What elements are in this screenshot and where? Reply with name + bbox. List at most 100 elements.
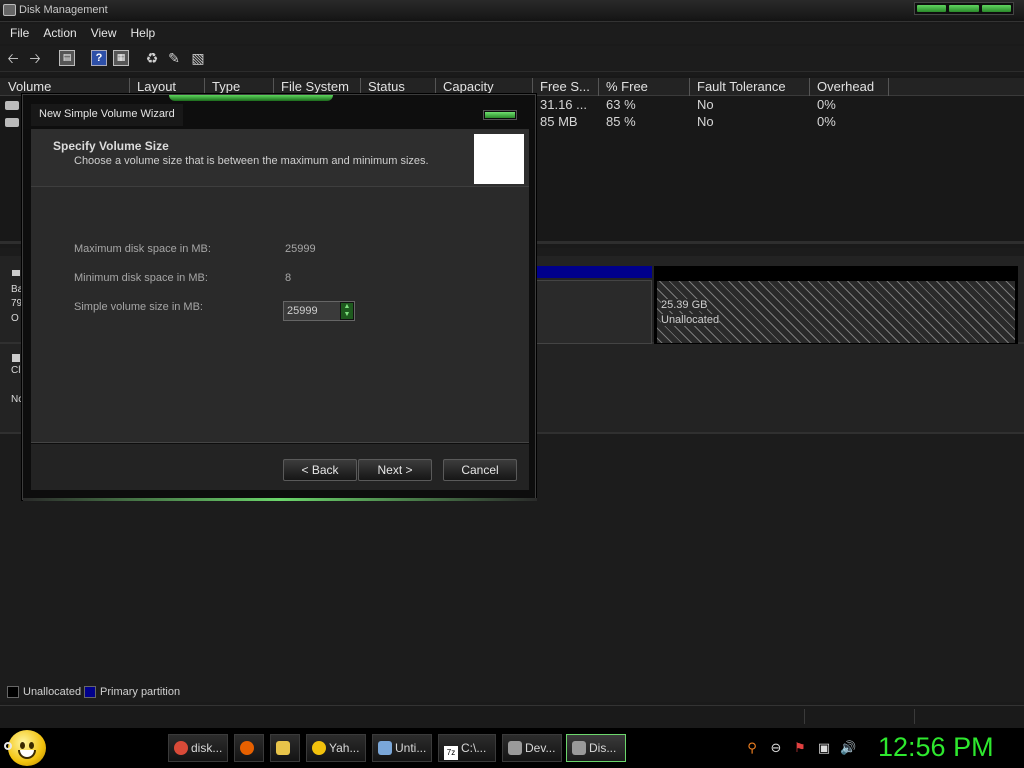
col-percent-free[interactable]: % Free <box>600 78 690 96</box>
folder-icon <box>276 741 290 755</box>
volume-size-label: Simple volume size in MB: <box>74 301 203 313</box>
volume-size-input[interactable] <box>284 302 340 320</box>
unallocated-bar <box>654 266 1018 278</box>
task-paint[interactable]: Unti... <box>372 734 432 762</box>
status-divider <box>804 709 805 724</box>
yahoo-messenger-icon <box>312 741 326 755</box>
col-overhead[interactable]: Overhead <box>811 78 889 96</box>
legend-swatch-unallocated <box>7 686 19 698</box>
stepper-arrows: ▲ ▼ <box>340 302 354 320</box>
menu-bar: File Action View Help <box>0 24 1024 44</box>
stepper-down-icon[interactable]: ▼ <box>341 311 353 319</box>
minimize-button[interactable] <box>917 5 947 12</box>
disk-management-icon <box>572 741 586 755</box>
export-list-icon[interactable]: ✎ <box>166 50 182 66</box>
network-icon[interactable]: ▣ <box>816 740 832 756</box>
smiley-eye <box>29 742 34 749</box>
cell-percent-free: 85 % <box>606 114 636 129</box>
toolbar: 🡠 🡢 ▤ ? ▦ ♻ ✎ ▧ <box>0 46 1024 72</box>
cell-free-space: 31.16 ... <box>540 97 587 112</box>
wizard-body: Maximum disk space in MB: 25999 Minimum … <box>31 187 529 443</box>
task-yahoo[interactable]: Yah... <box>306 734 366 762</box>
legend-label-unallocated: Unallocated <box>23 686 82 698</box>
volume-icon[interactable]: 🔊 <box>840 740 856 756</box>
task-label: Unti... <box>395 741 427 755</box>
cell-free-space: 85 MB <box>540 114 578 129</box>
legend-label-primary: Primary partition <box>100 686 181 698</box>
forward-arrow-icon[interactable]: 🡢 <box>27 50 43 66</box>
wizard-bottom-glow <box>23 498 537 501</box>
unallocated-block[interactable]: 25.39 GB Unallocated <box>654 278 1018 346</box>
task-device-manager[interactable]: Dev... <box>502 734 562 762</box>
task-firefox[interactable] <box>234 734 264 762</box>
stepper-up-icon[interactable]: ▲ <box>341 303 353 311</box>
back-arrow-icon[interactable]: 🡠 <box>5 50 21 66</box>
task-label: disk... <box>191 741 223 755</box>
device-manager-icon <box>508 741 522 755</box>
wizard-header: Specify Volume Size Choose a volume size… <box>31 129 529 187</box>
search-icon[interactable]: ⚲ <box>744 740 760 756</box>
cell-overhead: 0% <box>817 114 836 129</box>
volume-icon <box>5 101 19 110</box>
wizard-close-button[interactable] <box>483 110 517 120</box>
chrome-icon <box>174 741 188 755</box>
action-center-flag-icon[interactable]: ⚑ <box>792 740 808 756</box>
start-button[interactable] <box>4 730 46 766</box>
menu-file[interactable]: File <box>3 24 36 44</box>
title-bar: Disk Management <box>0 0 1024 22</box>
7zip-icon: 7z <box>444 746 458 760</box>
smiley-eye <box>20 742 25 749</box>
max-space-value: 25999 <box>285 243 316 255</box>
task-label: Yah... <box>329 741 360 755</box>
taskbar: disk... Yah... Unti... 7z C:\... Dev... D… <box>0 728 1024 768</box>
menu-view[interactable]: View <box>84 24 124 44</box>
refresh-icon[interactable]: ♻ <box>144 50 160 66</box>
minus-circle-icon[interactable]: ⊖ <box>768 740 784 756</box>
properties-icon[interactable]: ▦ <box>113 50 129 66</box>
primary-partition-block[interactable] <box>536 280 652 344</box>
wizard-accent <box>169 95 333 101</box>
paint-icon <box>378 741 392 755</box>
back-button[interactable]: < Back <box>283 459 357 481</box>
close-button[interactable] <box>981 5 1011 12</box>
disk-management-icon <box>3 4 16 16</box>
task-chrome[interactable]: disk... <box>168 734 228 762</box>
wizard-title-bar: New Simple Volume Wizard <box>23 95 535 129</box>
unallocated-size: 25.39 GB <box>661 299 708 311</box>
cdrom-icon <box>12 354 20 362</box>
firefox-icon <box>240 741 254 755</box>
col-free-space[interactable]: Free S... <box>534 78 599 96</box>
task-explorer[interactable] <box>270 734 300 762</box>
task-label: Dev... <box>525 741 556 755</box>
status-bar <box>0 705 1024 727</box>
wizard-step-title: Specify Volume Size <box>53 139 169 153</box>
task-disk-management[interactable]: Dis... <box>566 734 626 762</box>
disk-icon <box>12 270 20 276</box>
cell-percent-free: 63 % <box>606 97 636 112</box>
help-icon[interactable]: ? <box>91 50 107 66</box>
min-space-value: 8 <box>285 272 292 284</box>
wizard-footer: < Back Next > Cancel <box>31 444 529 490</box>
wizard-title: New Simple Volume Wizard <box>31 104 183 126</box>
clock[interactable]: 12:56 PM <box>878 732 994 763</box>
smiley-mouth <box>18 750 36 759</box>
menu-action[interactable]: Action <box>36 24 83 44</box>
console-tree-icon[interactable]: ▤ <box>59 50 75 66</box>
legend-swatch-primary <box>84 686 96 698</box>
task-7zip[interactable]: 7z C:\... <box>438 734 496 762</box>
wizard-header-image <box>474 134 524 184</box>
cdrom-label: Cl <box>11 365 21 376</box>
status-divider <box>914 709 915 724</box>
legend: Unallocated Primary partition <box>0 682 1024 702</box>
window-controls[interactable] <box>914 2 1014 15</box>
cell-fault-tolerance: No <box>697 114 714 129</box>
volume-icon <box>5 118 19 127</box>
col-fault-tolerance[interactable]: Fault Tolerance <box>691 78 810 96</box>
cell-fault-tolerance: No <box>697 97 714 112</box>
next-button[interactable]: Next > <box>358 459 432 481</box>
maximize-button[interactable] <box>949 5 979 12</box>
menu-help[interactable]: Help <box>124 24 163 44</box>
volume-size-stepper[interactable]: ▲ ▼ <box>283 301 355 321</box>
rescan-disks-icon[interactable]: ▧ <box>190 50 206 66</box>
cancel-button[interactable]: Cancel <box>443 459 517 481</box>
